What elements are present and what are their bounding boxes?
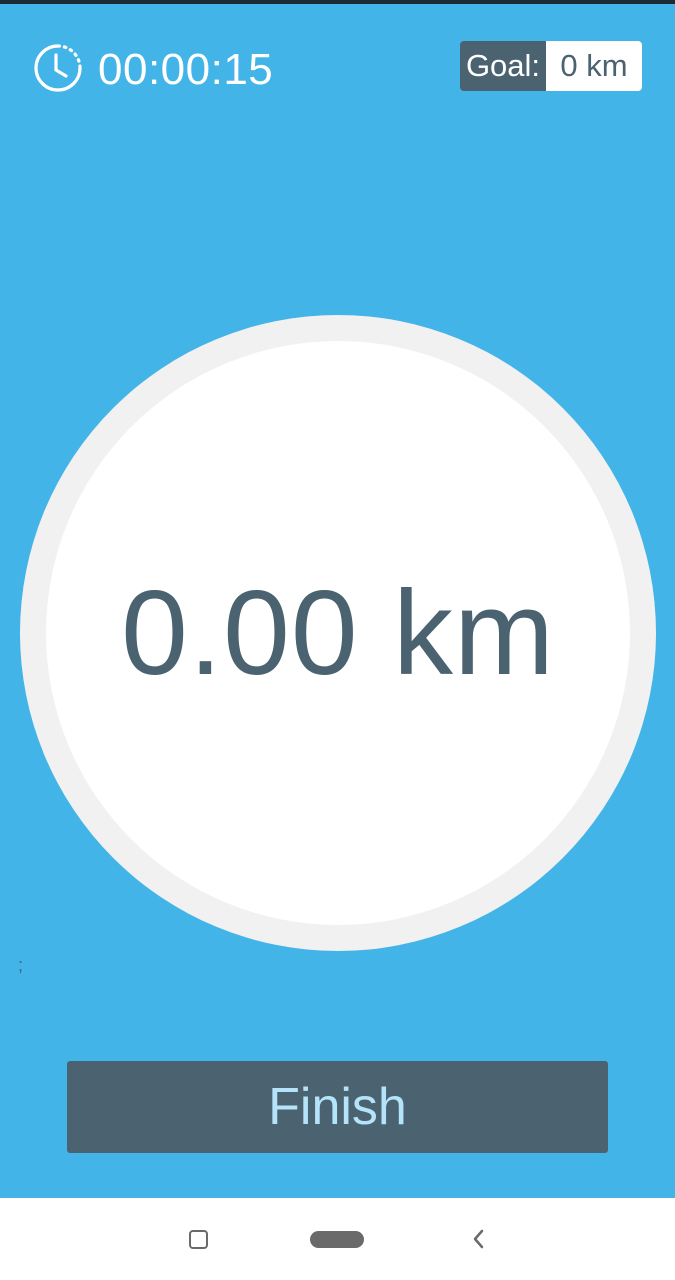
goal-badge[interactable]: Goal: 0 km [460, 41, 642, 91]
elapsed-timer: 00:00:15 [32, 40, 273, 100]
run-screen: 00:00:15 Goal: 0 km 0.00 km ; Finish [0, 0, 675, 1198]
clock-icon [32, 42, 84, 99]
distance-circle: 0.00 km [46, 341, 630, 925]
goal-value: 0 km [546, 41, 642, 91]
status-bar-edge [0, 0, 675, 4]
stray-text: ; [18, 955, 24, 975]
pill-icon[interactable] [310, 1231, 364, 1248]
finish-button[interactable]: Finish [67, 1061, 608, 1153]
chevron-left-icon[interactable] [466, 1224, 490, 1254]
distance-ring: 0.00 km [20, 315, 656, 951]
distance-value: 0.00 km [121, 566, 555, 700]
timer-value: 00:00:15 [98, 45, 274, 94]
square-icon[interactable] [189, 1230, 208, 1249]
system-navigation-bar [0, 1198, 675, 1280]
goal-label: Goal: [460, 41, 546, 91]
